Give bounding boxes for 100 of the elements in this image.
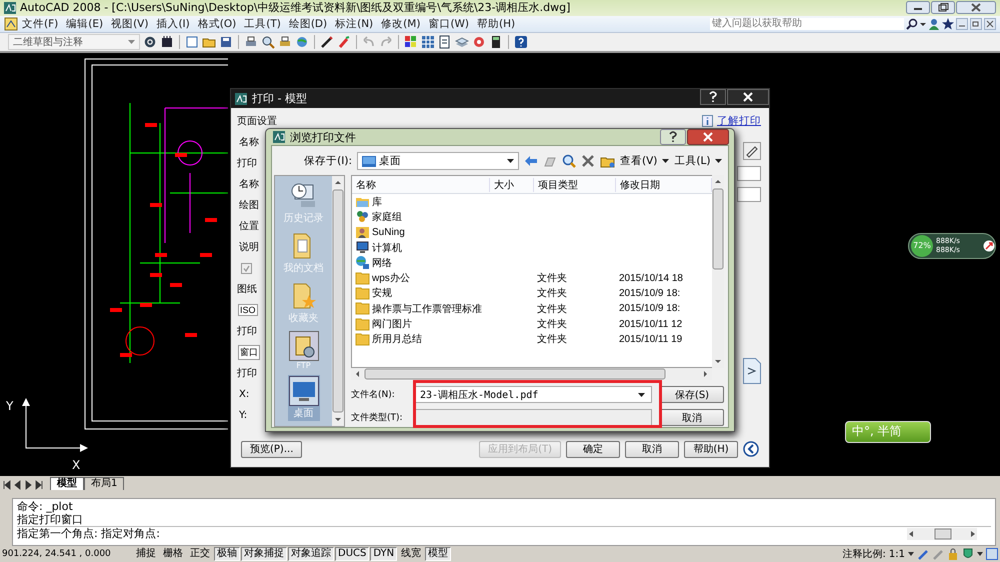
close-icon[interactable] [687,129,729,145]
group-label: 图纸 [237,283,257,296]
menu-item[interactable]: 标注(N) [331,16,378,31]
collapse-icon[interactable] [743,441,759,457]
chip-icon[interactable] [160,34,174,49]
edit-icon[interactable] [743,142,761,160]
printer-icon[interactable] [244,34,258,49]
shield-icon[interactable] [962,548,974,560]
close-icon[interactable] [956,1,996,14]
menu-item[interactable]: 工具(T) [240,16,285,31]
lock-icon[interactable] [947,548,959,560]
annotation-scale-dropdown[interactable]: 1:1 [888,548,905,560]
file-name-cell[interactable]: 计算机 [352,240,490,256]
document-icon[interactable] [438,34,452,49]
pencil-icon[interactable] [320,34,334,49]
restore-icon[interactable] [931,1,955,14]
status-toggle[interactable]: DYN [370,547,398,562]
view-menu[interactable]: 查看(V) [620,154,658,168]
dropdown[interactable]: ISO [238,304,258,316]
cancel-button[interactable]: 取消 [660,409,724,426]
delete-icon[interactable] [581,154,595,168]
layout-tab[interactable]: 模型 [50,477,84,490]
menu-item[interactable]: 窗口(W) [424,16,474,31]
column-header[interactable]: 项目类型 [534,178,616,192]
dropdown[interactable] [737,187,761,202]
status-toggle[interactable]: DUCS [335,547,370,562]
help-search-field[interactable]: 键入问题以获取帮助 [710,18,904,30]
status-toggle[interactable]: 正交 [187,547,213,562]
drawing-file-icon [4,16,18,31]
layers-icon[interactable] [455,34,469,49]
close-icon[interactable] [727,89,769,105]
grid-icon[interactable] [421,34,435,49]
tools-menu[interactable]: 工具(L) [674,154,710,168]
star-icon[interactable] [942,18,954,30]
close-icon[interactable] [984,18,996,30]
minimize-icon[interactable] [906,1,930,14]
file-name-cell[interactable]: wps办公 [352,270,490,286]
status-toggle[interactable]: 模型 [425,547,452,562]
file-name-cell[interactable]: 库 [352,194,490,210]
document-icon[interactable] [185,34,199,49]
location-dropdown[interactable]: 桌面 [357,152,519,170]
dialog-button[interactable]: 帮助(H) [684,440,738,458]
dialog-button[interactable]: 预览(P)... [241,440,302,458]
minimize-icon[interactable] [956,18,968,30]
status-toggle[interactable]: 线宽 [398,547,424,562]
printer-icon[interactable] [278,34,292,49]
caret-icon [662,159,670,163]
people-icon[interactable] [928,18,940,30]
status-toggle[interactable]: 捕捉 [133,547,159,562]
group-label: 页面设置 [237,114,277,128]
file-name-cell[interactable]: 安规 [352,286,490,301]
file-name-cell[interactable]: 网络 [352,255,490,270]
palette-icon[interactable] [404,34,418,49]
back-arrow-icon[interactable] [524,155,538,167]
restore-icon[interactable] [970,18,982,30]
help-icon[interactable] [514,34,528,49]
menu-item[interactable]: 帮助(H) [473,16,520,31]
status-toggle[interactable]: 对象捕捉 [241,547,287,562]
file-name-cell[interactable]: 阀门图片 [352,316,490,332]
scrollbar-icon[interactable] [332,176,344,426]
ftp-icon [288,331,318,361]
status-toggle[interactable]: 栅格 [160,547,186,562]
status-toggle[interactable]: 极轴 [214,547,240,562]
help-icon[interactable] [660,129,686,145]
brush-icon[interactable] [337,34,351,49]
menu-item[interactable]: 绘图(D) [284,16,332,31]
menu-item[interactable]: 编辑(E) [62,16,108,31]
help-icon[interactable] [700,89,726,105]
pen-icon[interactable] [917,548,929,560]
table-cell-text: 2015/10/11 19 [618,334,684,345]
layout-tab[interactable]: 布局1 [84,477,124,490]
group-label: 打印 [237,156,257,170]
dropdown[interactable]: 窗口 [238,344,260,360]
file-name-cell[interactable]: 操作票与工作票管理标准 [352,301,490,316]
save-button[interactable]: 保存(S) [660,386,724,403]
file-name-cell[interactable]: SuNing [352,224,490,240]
window-title: AutoCAD 2008 - [C:\Users\SuNing\Desktop\中级运维考试资料新\图纸及双重编号\气系统\23-调相压水.dwg] [20,0,570,16]
file-name-cell[interactable]: 家庭组 [352,209,490,224]
calculator-icon[interactable] [489,34,503,49]
file-name-field[interactable]: 23-调相压水-Model.pdf [415,386,652,403]
menu-item[interactable]: 格式(O) [194,16,240,31]
dropdown[interactable] [737,166,761,181]
menu-item[interactable]: 视图(V) [107,16,152,31]
dialog-button[interactable]: 确定 [566,440,620,458]
file-name-cell[interactable]: 所用月总结 [352,332,490,347]
dialog-button[interactable]: 取消 [625,440,679,458]
menu-item[interactable]: 修改(M) [377,16,424,31]
status-toggle[interactable]: 对象追踪 [288,547,334,562]
menu-item[interactable]: 插入(I) [152,16,194,31]
menu-item[interactable]: 文件(F) [18,16,62,31]
scrollbar-icon[interactable] [907,528,977,540]
column-header[interactable]: 名称 [352,178,490,192]
percent-text: 72% [911,234,933,257]
magnifier-icon[interactable] [261,34,275,49]
workspace-dropdown[interactable]: 二维草图与注释 [8,34,140,50]
column-header[interactable]: 大小 [490,178,534,192]
user-icon [355,224,370,240]
learn-link[interactable]: 了解打印 [717,114,761,128]
window-icon[interactable] [986,548,998,560]
search-icon[interactable] [906,18,918,30]
